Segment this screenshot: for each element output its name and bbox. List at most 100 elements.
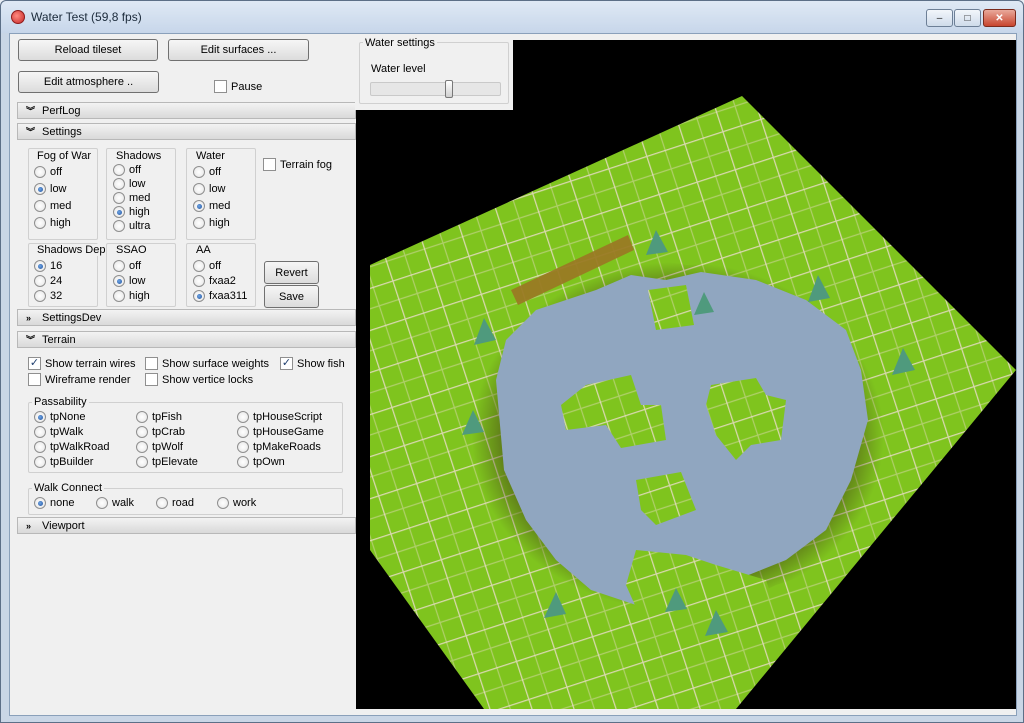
radio-icon[interactable] — [34, 456, 46, 468]
radio-selected-icon[interactable] — [113, 206, 125, 218]
show-surface-weights-box[interactable] — [145, 357, 158, 370]
fog-low-radio[interactable]: low — [34, 183, 67, 195]
pass-tpwalkroad-radio[interactable]: tpWalkRoad — [34, 441, 110, 453]
radio-selected-icon[interactable] — [34, 497, 46, 509]
title-bar[interactable]: Water Test (59,8 fps) – □ ✕ — [1, 1, 1023, 33]
radio-icon[interactable] — [193, 217, 205, 229]
radio-icon[interactable] — [34, 200, 46, 212]
save-button[interactable]: Save — [264, 285, 319, 308]
radio-icon[interactable] — [136, 426, 148, 438]
water-low-radio[interactable]: low — [193, 183, 226, 195]
radio-icon[interactable] — [136, 456, 148, 468]
radio-icon[interactable] — [193, 275, 205, 287]
pass-tpbuilder-radio[interactable]: tpBuilder — [34, 456, 93, 468]
section-viewport[interactable]: » Viewport — [17, 517, 356, 534]
slider-thumb[interactable] — [445, 80, 453, 98]
pass-tpnone-radio[interactable]: tpNone — [34, 411, 85, 423]
show-surface-weights-checkbox[interactable]: Show surface weights — [145, 357, 269, 370]
section-settings[interactable]: ︾ Settings — [17, 123, 356, 140]
radio-icon[interactable] — [156, 497, 168, 509]
radio-icon[interactable] — [34, 441, 46, 453]
pass-tpwalk-radio[interactable]: tpWalk — [34, 426, 83, 438]
radio-selected-icon[interactable] — [34, 260, 46, 272]
section-settingsdev[interactable]: » SettingsDev — [17, 309, 356, 326]
radio-icon[interactable] — [193, 260, 205, 272]
revert-button[interactable]: Revert — [264, 261, 319, 284]
radio-icon[interactable] — [34, 166, 46, 178]
show-vertice-locks-box[interactable] — [145, 373, 158, 386]
radio-icon[interactable] — [113, 178, 125, 190]
terrain-render[interactable] — [356, 40, 1016, 709]
aa-fxaa311-radio[interactable]: fxaa311 — [193, 290, 247, 302]
radio-icon[interactable] — [237, 426, 249, 438]
show-vertice-locks-checkbox[interactable]: Show vertice locks — [145, 373, 253, 386]
wireframe-render-checkbox[interactable]: Wireframe render — [28, 373, 131, 386]
radio-selected-icon[interactable] — [113, 275, 125, 287]
minimize-button[interactable]: – — [926, 9, 953, 27]
shadows-low-radio[interactable]: low — [113, 178, 146, 190]
radio-icon[interactable] — [113, 164, 125, 176]
water-high-radio[interactable]: high — [193, 217, 230, 229]
radio-selected-icon[interactable] — [34, 411, 46, 423]
radio-icon[interactable] — [217, 497, 229, 509]
fog-high-radio[interactable]: high — [34, 217, 71, 229]
radio-icon[interactable] — [193, 183, 205, 195]
radio-icon[interactable] — [237, 456, 249, 468]
walk-road-radio[interactable]: road — [156, 497, 194, 509]
radio-icon[interactable] — [237, 411, 249, 423]
pass-tpcrab-radio[interactable]: tpCrab — [136, 426, 185, 438]
pass-tpfish-radio[interactable]: tpFish — [136, 411, 182, 423]
radio-icon[interactable] — [34, 275, 46, 287]
radio-icon[interactable] — [113, 220, 125, 232]
water-off-radio[interactable]: off — [193, 166, 221, 178]
water-med-radio[interactable]: med — [193, 200, 230, 212]
checkmark-icon[interactable]: ✓ — [280, 357, 293, 370]
pass-tpmakeroads-radio[interactable]: tpMakeRoads — [237, 441, 321, 453]
radio-icon[interactable] — [113, 192, 125, 204]
ssao-low-radio[interactable]: low — [113, 275, 146, 287]
radio-icon[interactable] — [113, 260, 125, 272]
aa-off-radio[interactable]: off — [193, 260, 221, 272]
radio-icon[interactable] — [136, 411, 148, 423]
edit-atmosphere-button[interactable]: Edit atmosphere .. — [18, 71, 159, 93]
radio-icon[interactable] — [113, 290, 125, 302]
terrain-fog-box[interactable] — [263, 158, 276, 171]
terrain-fog-checkbox[interactable]: Terrain fog — [263, 158, 332, 171]
depth-32-radio[interactable]: 32 — [34, 290, 62, 302]
radio-icon[interactable] — [136, 441, 148, 453]
radio-icon[interactable] — [193, 166, 205, 178]
radio-selected-icon[interactable] — [193, 290, 205, 302]
pass-tpelevate-radio[interactable]: tpElevate — [136, 456, 198, 468]
radio-selected-icon[interactable] — [193, 200, 205, 212]
walk-walk-radio[interactable]: walk — [96, 497, 134, 509]
pass-tphousegame-radio[interactable]: tpHouseGame — [237, 426, 324, 438]
fog-med-radio[interactable]: med — [34, 200, 71, 212]
ssao-high-radio[interactable]: high — [113, 290, 150, 302]
reload-tileset-button[interactable]: Reload tileset — [18, 39, 158, 61]
walk-work-radio[interactable]: work — [217, 497, 256, 509]
radio-selected-icon[interactable] — [34, 183, 46, 195]
show-fish-checkbox[interactable]: ✓ Show fish — [280, 357, 345, 370]
section-perflog[interactable]: ︾ PerfLog — [17, 102, 356, 119]
fog-off-radio[interactable]: off — [34, 166, 62, 178]
shadows-off-radio[interactable]: off — [113, 164, 141, 176]
maximize-button[interactable]: □ — [954, 9, 981, 27]
pause-box[interactable] — [214, 80, 227, 93]
shadows-ultra-radio[interactable]: ultra — [113, 220, 150, 232]
ssao-off-radio[interactable]: off — [113, 260, 141, 272]
wireframe-render-box[interactable] — [28, 373, 41, 386]
section-terrain[interactable]: ︾ Terrain — [17, 331, 356, 348]
render-viewport[interactable] — [356, 40, 1016, 709]
edit-surfaces-button[interactable]: Edit surfaces ... — [168, 39, 309, 61]
depth-16-radio[interactable]: 16 — [34, 260, 62, 272]
checkmark-icon[interactable]: ✓ — [28, 357, 41, 370]
pass-tphousescript-radio[interactable]: tpHouseScript — [237, 411, 322, 423]
radio-icon[interactable] — [34, 290, 46, 302]
shadows-med-radio[interactable]: med — [113, 192, 150, 204]
show-terrain-wires-checkbox[interactable]: ✓ Show terrain wires — [28, 357, 135, 370]
pass-tpwolf-radio[interactable]: tpWolf — [136, 441, 183, 453]
radio-icon[interactable] — [34, 217, 46, 229]
walk-none-radio[interactable]: none — [34, 497, 74, 509]
water-level-slider[interactable] — [370, 80, 501, 98]
close-button[interactable]: ✕ — [983, 9, 1016, 27]
